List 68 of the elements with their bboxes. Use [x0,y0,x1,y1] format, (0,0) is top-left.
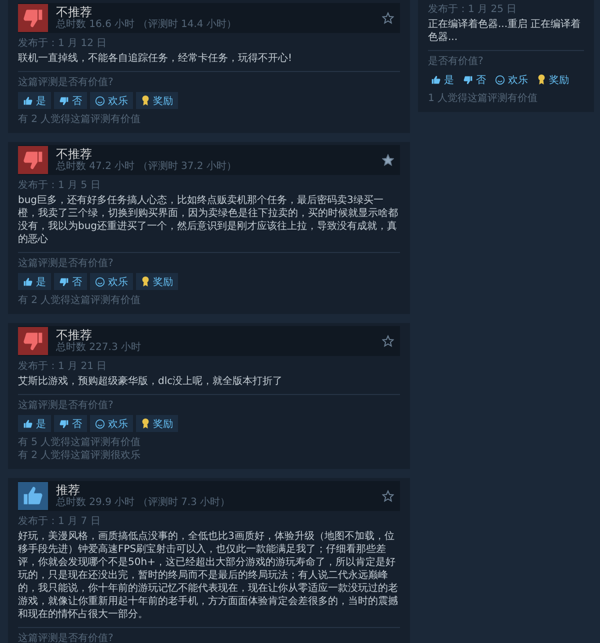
thumbs-up-icon [22,485,44,507]
vote-button[interactable]: 否 [460,71,489,88]
thumbs-up-icon [431,74,441,84]
helpful-count: 有 2 人觉得这篇评测很欢乐 [18,449,142,462]
post-date: 发布于：1 月 12 日 [18,37,108,50]
vote-button[interactable]: 欢乐 [90,92,133,109]
thumbs-up-icon [23,418,33,428]
review-text: 艾斯比游戏，预购超级豪华版，dlc没上呢，就全版本打折了 [18,375,284,388]
vote-button[interactable]: 是 [428,71,457,88]
review-verdict: 不推荐 [56,147,93,161]
vote-button[interactable]: 奖励 [136,415,178,432]
helpful-count: 有 2 人觉得这篇评测有价值 [18,113,142,126]
helpful-question: 这篇评测是否有价值? [18,257,114,270]
thumbs-up-icon [23,96,33,106]
smiley-icon [95,418,105,428]
star-icon[interactable] [382,12,394,24]
thumbs-down-icon [59,276,69,286]
review-text: 正在编译着色器...重启 正在编译着色器... [428,18,582,44]
vote-button[interactable]: 欢乐 [492,71,531,88]
vote-button[interactable]: 欢乐 [90,415,133,432]
review-verdict: 不推荐 [56,328,93,342]
review-verdict: 不推荐 [56,5,93,19]
thumbs-down-icon [59,418,69,428]
thumbs-down-icon [463,74,473,84]
playtime: 总时数 16.6 小时 （评测时 14.4 小时） [56,19,238,31]
smiley-icon [495,74,505,84]
helpful-question: 这篇评测是否有价值? [18,76,114,89]
review-text: bug巨多，还有好多任务搞人心态，比如终点贩卖机那个任务，最后密码卖3绿买一橙，我卖了三个绿，切换到购买界面，因为卖绿色是往下拉卖的，买的时候就显示啥都没有，我以为bug还重进买了一个，然后意识到是刚才应该往上拉，导致没有成就，真的恶心 [18,194,399,246]
smiley-icon [95,96,105,106]
thumbs-down-icon [59,96,69,106]
vote-button[interactable]: 奖励 [136,92,178,109]
vote-button[interactable]: 否 [54,92,87,109]
playtime: 总时数 47.2 小时 （评测时 37.2 小时） [56,161,238,173]
award-icon [141,95,150,106]
post-date: 发布于：1 月 5 日 [18,179,102,192]
thumbs-down-icon [22,330,44,352]
vote-button[interactable]: 奖励 [534,71,572,88]
post-date: 发布于：1 月 7 日 [18,515,102,528]
review-text: 联机一直掉线，不能各自追踪任务，经常卡任务，玩得不开心! [18,52,294,65]
vote-button[interactable]: 是 [18,415,51,432]
award-icon [141,418,150,429]
vote-button[interactable]: 是 [18,273,51,290]
thumbs-down-icon [22,7,44,29]
thumbs-up-icon [23,276,33,286]
playtime: 总时数 227.3 小时 [56,342,142,354]
star-icon[interactable] [382,335,394,347]
post-date: 发布于：1 月 25 日 [428,3,518,16]
helpful-count: 1 人觉得这篇评测有价值 [428,92,539,105]
award-icon [141,276,150,287]
thumbs-down-icon [22,149,44,171]
review-verdict: 推荐 [56,483,81,497]
vote-button[interactable]: 否 [54,273,87,290]
star-icon[interactable] [382,490,394,502]
vote-button[interactable]: 否 [54,415,87,432]
smiley-icon [95,276,105,286]
helpful-count: 有 5 人觉得这篇评测有价值 [18,436,142,449]
award-icon [537,74,546,85]
playtime: 总时数 29.9 小时 （评测时 7.3 小时） [56,497,232,509]
helpful-question: 这篇评测是否有价值? [18,632,114,643]
vote-button[interactable]: 奖励 [136,273,178,290]
vote-button[interactable]: 是 [18,92,51,109]
post-date: 发布于：1 月 21 日 [18,360,108,373]
vote-button[interactable]: 欢乐 [90,273,133,290]
helpful-count: 有 2 人觉得这篇评测有价值 [18,294,142,307]
helpful-question: 是否有价值? [428,55,484,68]
review-text: 好玩，美漫风格，画质搞低点没事的，全低也比3画质好，体验升级（地图不加载，位移手段先进）钟爱高速FPS刷宝射击可以入，也仅此一款能满足我了；仔细看那些差评，你就会发现哪个不是50h+，这已经超出大部分游戏的游玩寿命了，所以肯定是好玩的，只是现在还没出完，暂时的终局而不是最后的终局玩法；有人说二代永远巅峰的，我只能说，你十年前的游玩记忆不能代表现在，现在让你从零适应一款没玩过的老游戏，就像让你重新用起十年前的老手机，方方面面体验肯定会差很多的，当时的震撼和现在的情怀占很大一部分。 [18,530,399,621]
helpful-question: 这篇评测是否有价值? [18,399,114,412]
star-icon[interactable] [382,154,394,166]
